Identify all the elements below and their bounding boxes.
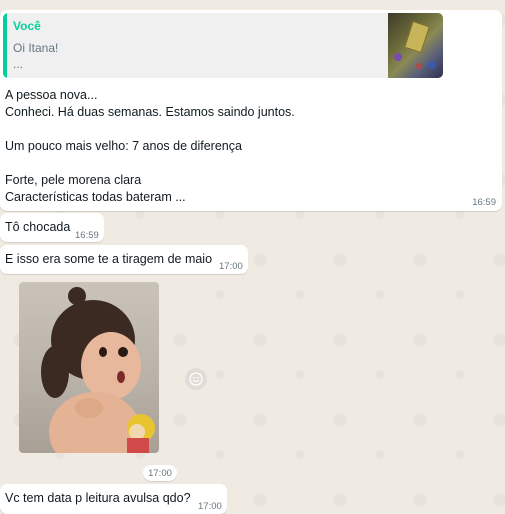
message-bubble[interactable]: E isso era some te a tiragem de maio 17:…: [0, 245, 248, 274]
smiley-icon: [189, 372, 203, 386]
child-illustration: [41, 287, 155, 453]
message-line: Forte, pele morena clara: [5, 173, 142, 187]
message-bubble[interactable]: Vc tem data p leitura avulsa qdo? 17:00: [0, 484, 227, 514]
message-text: E isso era some te a tiragem de maio: [5, 252, 213, 266]
quote-author: Você: [13, 19, 41, 33]
react-button[interactable]: [185, 368, 207, 390]
quote-thumbnail: [388, 13, 443, 78]
child-photo: [19, 282, 159, 453]
image-timestamp: 17:00: [148, 467, 172, 479]
quoted-message[interactable]: Você Oi Itana! ...: [3, 13, 443, 78]
image-timestamp-chip: 17:00: [143, 465, 177, 481]
message-timestamp: 17:00: [219, 261, 243, 272]
quote-text-line-1: Oi Itana!: [13, 41, 59, 55]
message-line: Conheci. Há duas semanas. Estamos saindo…: [5, 105, 295, 119]
quote-accent-bar: [3, 13, 7, 78]
reply-message-bubble[interactable]: Você Oi Itana! ... A pessoa nova... Conh…: [0, 10, 502, 211]
message-line: Características todas bateram ...: [5, 190, 186, 204]
message-text: Tô chocada: [5, 220, 71, 234]
message-line: A pessoa nova...: [5, 88, 98, 102]
message-bubble[interactable]: Tô chocada 16:59: [0, 213, 104, 242]
quote-text-line-2: ...: [13, 57, 24, 71]
message-timestamp: 16:59: [472, 197, 496, 208]
image-message[interactable]: [19, 282, 159, 453]
message-timestamp: 16:59: [75, 230, 99, 241]
message-text: Vc tem data p leitura avulsa qdo?: [5, 491, 191, 505]
message-timestamp: 17:00: [198, 501, 222, 512]
message-line: Um pouco mais velho: 7 anos de diferença: [5, 139, 242, 153]
